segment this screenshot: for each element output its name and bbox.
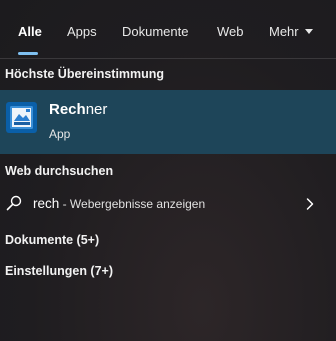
best-match-heading: Höchste Übereinstimmung — [5, 67, 165, 81]
app-name-rest: ner — [85, 101, 108, 118]
tab-apps[interactable]: Apps — [67, 23, 97, 41]
chevron-right-icon[interactable] — [305, 197, 315, 211]
web-query-suffix: - Webergebnisse anzeigen — [59, 197, 206, 211]
category-einstellungen[interactable]: Einstellungen (7+) — [5, 264, 113, 278]
category-dokumente[interactable]: Dokumente (5+) — [5, 233, 99, 247]
tabs-divider — [0, 58, 336, 59]
active-tab-indicator — [18, 52, 38, 55]
tab-dokumente[interactable]: Dokumente — [122, 23, 188, 41]
web-query: rech — [33, 196, 60, 211]
app-type-label: App — [49, 127, 71, 141]
search-tabs: Alle Apps Dokumente Web Mehr — [0, 0, 336, 60]
tab-mehr-label: Mehr — [269, 24, 299, 39]
web-search-heading: Web durchsuchen — [5, 164, 114, 178]
search-panel: Alle Apps Dokumente Web Mehr Höchste Übe… — [0, 0, 336, 341]
web-query-text: rech - Webergebnisse anzeigen — [33, 196, 205, 211]
web-search-result[interactable]: rech - Webergebnisse anzeigen — [0, 190, 336, 220]
app-name-match: Rech — [49, 101, 86, 118]
calculator-icon — [6, 102, 37, 133]
best-match-result-rechner[interactable]: Rechner App — [0, 90, 336, 154]
chevron-down-icon — [304, 29, 313, 34]
search-icon — [6, 195, 22, 211]
tab-web[interactable]: Web — [217, 23, 244, 41]
tab-mehr[interactable]: Mehr — [269, 23, 313, 41]
tab-alle[interactable]: Alle — [18, 23, 42, 41]
app-name: Rechner — [49, 101, 107, 118]
